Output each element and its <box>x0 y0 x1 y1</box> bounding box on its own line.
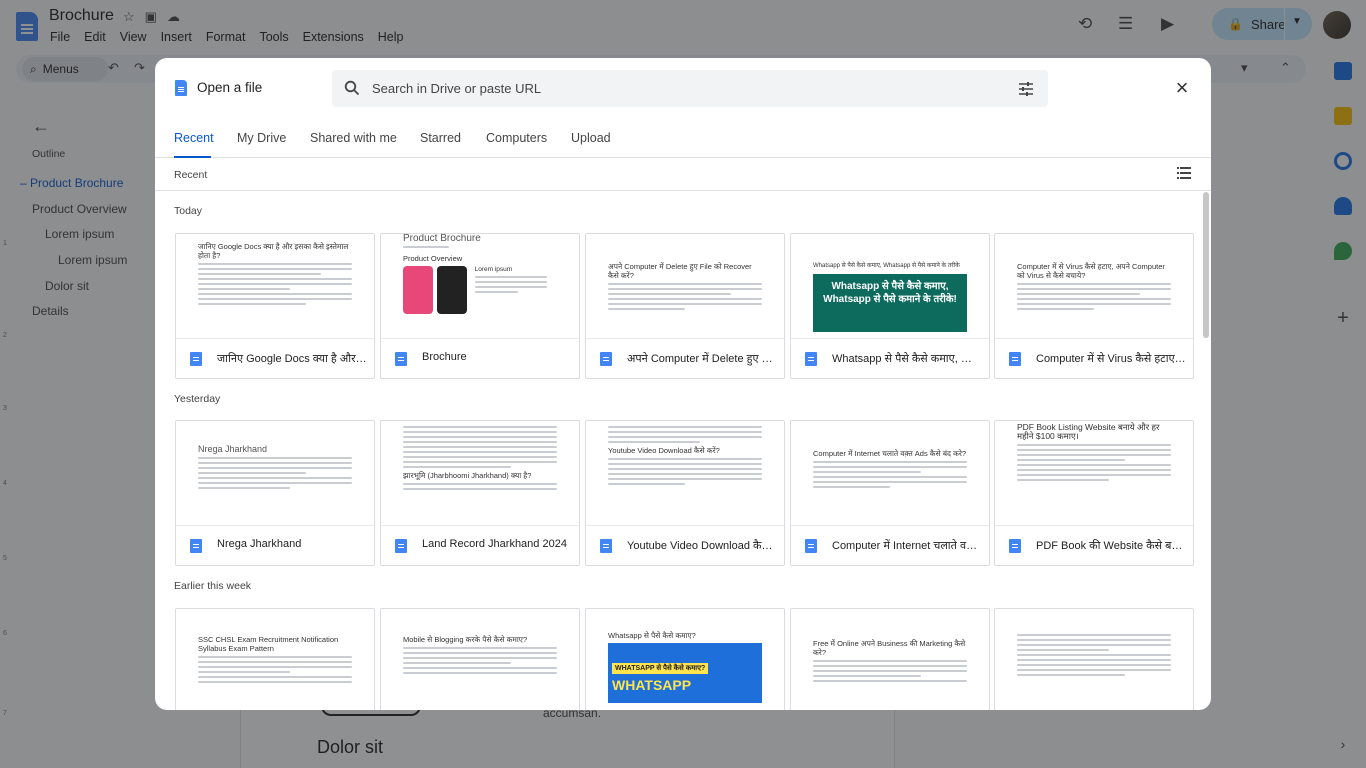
file-card[interactable]: Computer में Internet चलाते वक़्त Ads कै… <box>790 420 990 566</box>
file-thumbnail: Whatsapp से पैसे कैसे कमाए? WHATSAPP से … <box>586 609 784 710</box>
file-thumbnail: Whatsapp से पैसे कैसे कमाए, Whatsapp से … <box>791 234 989 339</box>
file-name: Land Record Jharkhand 2024 <box>422 538 567 550</box>
file-name: जानिए Google Docs क्या है और इसका कैसे इ… <box>217 353 367 365</box>
file-name: Computer में Internet चलाते वक़्त Ads कै… <box>832 540 982 552</box>
file-name: Whatsapp से पैसे कैसे कमाए, Whatsapp से … <box>832 353 982 365</box>
file-thumbnail: अपने Computer में Delete हुए File को Rec… <box>586 234 784 339</box>
banner-title: WHATSAPP <box>612 677 692 693</box>
section-label: Recent <box>174 169 208 181</box>
file-card[interactable]: Mobile से Blogging करके पैसे कैसे कमाए? <box>380 608 580 710</box>
search-input[interactable] <box>372 70 992 107</box>
file-name: Computer में से Virus कैसे हटाए, अपने Co… <box>1036 353 1186 365</box>
thumbnail-subtitle: Lorem ipsum <box>474 266 513 273</box>
file-card[interactable]: PDF Book Listing Website बनाये और हर मही… <box>994 420 1194 566</box>
thumbnail-title: Mobile से Blogging करके पैसे कैसे कमाए? <box>403 635 528 644</box>
google-docs-icon <box>600 539 612 553</box>
dialog-tabs: Recent My Drive Shared with me Starred C… <box>155 126 1211 158</box>
file-thumbnail: Computer में से Virus कैसे हटाए, अपने Co… <box>995 234 1193 339</box>
file-thumbnail: SSC CHSL Exam Recruitment Notification S… <box>176 609 374 710</box>
thumbnail-banner: Whatsapp से पैसे कैसे कमाए, Whatsapp से … <box>813 274 967 332</box>
group-label-earlier-this-week: Earlier this week <box>174 580 252 592</box>
tab-starred[interactable]: Starred <box>420 131 461 145</box>
file-thumbnail <box>995 609 1193 710</box>
tab-shared-with-me[interactable]: Shared with me <box>310 131 397 145</box>
thumbnail-title: झारभूमि (Jharbhoomi Jharkhand) क्या है? <box>403 471 532 480</box>
file-name: Nrega Jharkhand <box>217 538 302 550</box>
google-docs-icon <box>1009 539 1021 553</box>
file-thumbnail: Computer में Internet चलाते वक़्त Ads कै… <box>791 421 989 526</box>
scrollbar[interactable] <box>1203 192 1209 338</box>
group-label-yesterday: Yesterday <box>174 393 221 405</box>
google-docs-icon <box>395 352 407 366</box>
tab-my-drive[interactable]: My Drive <box>237 131 286 145</box>
thumbnail-title: Whatsapp से पैसे कैसे कमाए, Whatsapp से … <box>813 263 960 269</box>
tab-upload[interactable]: Upload <box>571 131 611 145</box>
thumbnail-title: Computer में Internet चलाते वक़्त Ads कै… <box>813 449 967 458</box>
file-thumbnail: PDF Book Listing Website बनाये और हर मही… <box>995 421 1193 526</box>
google-docs-icon <box>805 352 817 366</box>
search-options-icon[interactable] <box>1018 81 1034 97</box>
file-card[interactable]: Product Brochure Product Overview Lorem … <box>380 233 580 379</box>
open-file-dialog: Open a file × Recent My Drive Shared wit… <box>155 58 1211 710</box>
group-label-today: Today <box>174 205 203 217</box>
banner-subtitle: WHATSAPP से पैसे कैसे कमाए? <box>612 663 709 674</box>
google-docs-icon <box>600 352 612 366</box>
file-thumbnail: Free में Online अपने Business की Marketi… <box>791 609 989 710</box>
thumbnail-title: Product Brochure <box>403 234 481 244</box>
file-card[interactable] <box>994 608 1194 710</box>
file-card[interactable]: Free में Online अपने Business की Marketi… <box>790 608 990 710</box>
section-header: Recent <box>155 158 1211 191</box>
file-name: PDF Book की Website कैसे बनाये? <box>1036 540 1186 552</box>
tab-computers[interactable]: Computers <box>486 131 547 145</box>
file-card[interactable]: Computer में से Virus कैसे हटाए, अपने Co… <box>994 233 1194 379</box>
file-card[interactable]: Whatsapp से पैसे कैसे कमाए? WHATSAPP से … <box>585 608 785 710</box>
google-docs-icon <box>190 352 202 366</box>
google-docs-icon <box>1009 352 1021 366</box>
file-card[interactable]: SSC CHSL Exam Recruitment Notification S… <box>175 608 375 710</box>
dialog-title: Open a file <box>197 80 263 95</box>
tab-recent[interactable]: Recent <box>174 131 214 145</box>
file-thumbnail: झारभूमि (Jharbhoomi Jharkhand) क्या है? <box>381 421 579 526</box>
thumbnail-title: PDF Book Listing Website बनाये और हर मही… <box>1017 422 1160 441</box>
thumbnail-title: SSC CHSL Exam Recruitment Notification S… <box>198 635 339 653</box>
file-thumbnail: Youtube Video Download कैसे करें? <box>586 421 784 526</box>
google-docs-icon <box>805 539 817 553</box>
file-card[interactable]: झारभूमि (Jharbhoomi Jharkhand) क्या है? … <box>380 420 580 566</box>
thumbnail-subtitle: Product Overview <box>403 254 463 263</box>
file-card[interactable]: Youtube Video Download कैसे करें? Youtub… <box>585 420 785 566</box>
google-docs-icon <box>190 539 202 553</box>
thumbnail-title: Nrega Jharkhand <box>198 444 268 454</box>
file-card[interactable]: अपने Computer में Delete हुए File को Rec… <box>585 233 785 379</box>
list-view-icon[interactable] <box>1177 167 1191 179</box>
file-thumbnail: Product Brochure Product Overview Lorem … <box>381 234 579 339</box>
file-card[interactable]: Whatsapp से पैसे कैसे कमाए, Whatsapp से … <box>790 233 990 379</box>
thumbnail-title: Youtube Video Download कैसे करें? <box>608 446 720 455</box>
file-name: अपने Computer में Delete हुए File को Rec… <box>627 353 777 365</box>
file-card[interactable]: जानिए Google Docs क्या है और इसका कैसे इ… <box>175 233 375 379</box>
thumbnail-banner: WHATSAPP से पैसे कैसे कमाए? WHATSAPP <box>608 643 762 703</box>
docs-icon <box>175 80 187 96</box>
file-name: Brochure <box>422 351 467 363</box>
search-icon[interactable] <box>344 80 360 96</box>
close-icon[interactable]: × <box>1171 77 1193 100</box>
file-name: Youtube Video Download कैसे करें? <box>627 540 777 552</box>
thumbnail-title: Free में Online अपने Business की Marketi… <box>813 639 966 657</box>
thumbnail-title: Computer में से Virus कैसे हटाए, अपने Co… <box>1017 262 1165 280</box>
file-card[interactable]: Nrega Jharkhand Nrega Jharkhand <box>175 420 375 566</box>
thumbnail-title: जानिए Google Docs क्या है और इसका कैसे इ… <box>198 242 349 260</box>
thumbnail-title: Whatsapp से पैसे कैसे कमाए? <box>608 631 696 640</box>
file-thumbnail: Mobile से Blogging करके पैसे कैसे कमाए? <box>381 609 579 710</box>
thumbnail-title: अपने Computer में Delete हुए File को Rec… <box>608 262 752 280</box>
file-thumbnail: जानिए Google Docs क्या है और इसका कैसे इ… <box>176 234 374 339</box>
google-docs-icon <box>395 539 407 553</box>
file-thumbnail: Nrega Jharkhand <box>176 421 374 526</box>
drive-search-bar[interactable] <box>332 70 1048 107</box>
